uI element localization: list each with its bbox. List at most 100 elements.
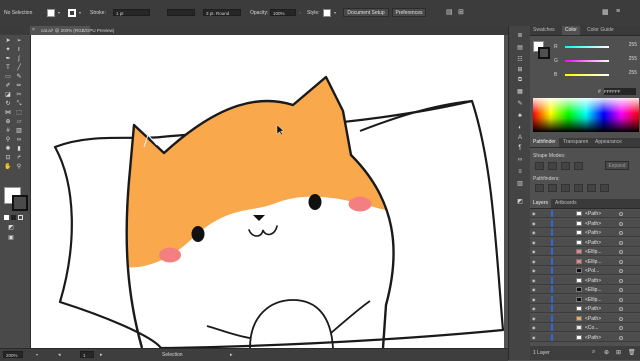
draw-mode-icon[interactable]: ◩ xyxy=(7,225,15,232)
pencil-icon[interactable]: ✏ xyxy=(15,83,23,90)
fill-dropdown-icon[interactable]: ▾ xyxy=(56,9,62,16)
tab-layers[interactable]: Layers xyxy=(530,199,552,208)
target-circle-icon[interactable] xyxy=(619,316,623,321)
gradient-mode-icon[interactable] xyxy=(11,215,16,220)
layer-name[interactable]: <Pol... xyxy=(585,267,599,275)
layer-row[interactable]: ◉ <Path> xyxy=(530,305,640,313)
zoom-field[interactable]: 200% xyxy=(3,351,23,358)
width-icon[interactable]: ⋈ xyxy=(4,110,12,117)
layer-row[interactable]: ◉ <Path> xyxy=(530,314,640,323)
target-circle-icon[interactable] xyxy=(619,288,623,292)
stroke-icon[interactable]: ≡ xyxy=(516,168,524,176)
target-circle-icon[interactable] xyxy=(619,259,623,264)
stroke-weight-field[interactable]: 1 pt xyxy=(113,9,150,16)
tab-close-icon[interactable]: × xyxy=(32,27,35,33)
trim-button[interactable] xyxy=(548,184,557,192)
hex-field[interactable]: FFFFFF xyxy=(604,88,636,95)
type-icon[interactable]: T xyxy=(4,65,12,72)
symbol-sprayer-icon[interactable]: ✺ xyxy=(4,146,12,153)
gradient-icon[interactable]: ▥ xyxy=(516,180,524,188)
layer-name[interactable]: <Ellip... xyxy=(585,258,602,266)
divide-button[interactable] xyxy=(535,184,544,192)
layer-name[interactable]: <Path> xyxy=(585,239,601,247)
layer-name[interactable]: <Path> xyxy=(585,334,601,342)
shaper-icon[interactable]: ✐ xyxy=(4,83,12,90)
layer-name[interactable]: <Path> xyxy=(585,277,601,285)
minus-back-button[interactable] xyxy=(600,184,609,192)
visibility-eye-icon[interactable]: ◉ xyxy=(532,297,536,302)
tab-swatches[interactable]: Swatches xyxy=(530,26,558,35)
layer-row[interactable]: ◉ <Pol... xyxy=(530,267,640,275)
color-mode-icon[interactable] xyxy=(4,215,9,220)
visibility-eye-icon[interactable]: ◉ xyxy=(532,259,536,264)
variable-width-dropdown[interactable] xyxy=(167,9,195,16)
merge-button[interactable] xyxy=(561,184,570,192)
links-icon[interactable]: ∞ xyxy=(516,156,524,164)
blue-value[interactable]: 255 xyxy=(617,70,637,77)
tab-color[interactable]: Color xyxy=(562,26,580,35)
layer-row[interactable]: ◉ <Co... xyxy=(530,324,640,332)
layer-row[interactable]: ◉ <Ellip... xyxy=(530,248,640,256)
layer-row[interactable]: ◉ <Ellip... xyxy=(530,257,640,266)
next-artboard-icon[interactable]: ▸ xyxy=(100,352,103,358)
target-circle-icon[interactable] xyxy=(619,250,623,254)
layer-name[interactable]: <Ellip... xyxy=(585,286,602,294)
intersect-button[interactable] xyxy=(561,162,570,170)
target-circle-icon[interactable] xyxy=(619,278,623,283)
transform-icon[interactable]: ⊞ xyxy=(458,8,464,16)
target-circle-icon[interactable] xyxy=(619,335,623,340)
style-swatch[interactable] xyxy=(323,9,331,17)
prev-artboard-icon[interactable]: ◂ xyxy=(58,352,61,358)
layer-row[interactable]: ◉ <Ellip... xyxy=(530,286,640,294)
scale-icon[interactable]: ⤡ xyxy=(15,101,23,108)
color-panel-stroke-box[interactable] xyxy=(538,47,550,59)
visibility-eye-icon[interactable]: ◉ xyxy=(532,278,536,283)
layer-row[interactable]: ◉ <Path> xyxy=(530,238,640,247)
layer-name[interactable]: <Path> xyxy=(585,229,601,237)
locate-object-icon[interactable]: ⌕ xyxy=(592,349,595,356)
document-setup-button[interactable]: Document Setup xyxy=(343,8,389,17)
expand-button[interactable]: Expand xyxy=(605,161,629,170)
gradient-icon[interactable]: ▥ xyxy=(15,128,23,135)
layer-row[interactable]: ◉ <Path> xyxy=(530,219,640,228)
target-circle-icon[interactable] xyxy=(619,326,623,330)
opacity-field[interactable]: 100% xyxy=(270,9,296,16)
symbols-icon[interactable]: ♣ xyxy=(516,112,524,120)
crop-button[interactable] xyxy=(574,184,583,192)
preferences-button[interactable]: Preferences xyxy=(392,8,426,17)
brush-definition-dropdown[interactable]: 3 pt. Round xyxy=(203,9,241,16)
minus-front-button[interactable] xyxy=(548,162,557,170)
eyedropper-icon[interactable]: ⚲ xyxy=(4,137,12,144)
column-graph-icon[interactable]: ▮ xyxy=(15,146,23,153)
tab-color-guide[interactable]: Color Guide xyxy=(584,26,617,35)
new-sublayer-icon[interactable]: ⊕ xyxy=(604,349,609,356)
paintbrush-icon[interactable]: ✎ xyxy=(15,74,23,81)
tab-appearance[interactable]: Appearance xyxy=(592,138,625,147)
visibility-eye-icon[interactable]: ◉ xyxy=(532,316,536,321)
green-value[interactable]: 255 xyxy=(617,56,637,63)
visibility-eye-icon[interactable]: ◉ xyxy=(532,335,536,340)
rotate-icon[interactable]: ↻ xyxy=(4,101,12,108)
visibility-eye-icon[interactable]: ◉ xyxy=(532,325,536,330)
layer-row[interactable]: ◉ <Path> xyxy=(530,276,640,285)
layer-name[interactable]: <Path> xyxy=(585,305,601,313)
unite-button[interactable] xyxy=(535,162,544,170)
delete-layer-icon[interactable]: 🗑 xyxy=(628,349,636,356)
tab-pathfinder[interactable]: Pathfinder xyxy=(530,138,559,147)
pen-icon[interactable]: ✒ xyxy=(4,56,12,63)
selection-arrow-icon[interactable]: ➤ xyxy=(4,38,12,45)
artboard[interactable] xyxy=(31,35,505,348)
style-dropdown-icon[interactable]: ▾ xyxy=(332,9,338,16)
fill-swatch[interactable] xyxy=(47,9,55,17)
slice-icon[interactable]: ⌿ xyxy=(15,155,23,162)
tab-transparency[interactable]: Transparen xyxy=(560,138,591,147)
layer-name[interactable]: <Path> xyxy=(585,220,601,228)
character-icon[interactable]: A xyxy=(516,134,524,142)
target-circle-icon[interactable] xyxy=(619,297,623,302)
status-menu-icon[interactable]: ▸ xyxy=(230,352,233,358)
graphic-styles-icon[interactable]: ◐ xyxy=(516,124,524,132)
mesh-icon[interactable]: # xyxy=(4,128,12,135)
perspective-icon[interactable]: ▱ xyxy=(15,119,23,126)
shape-builder-icon[interactable]: ⊕ xyxy=(4,119,12,126)
direct-selection-icon[interactable]: ➢ xyxy=(15,38,23,45)
